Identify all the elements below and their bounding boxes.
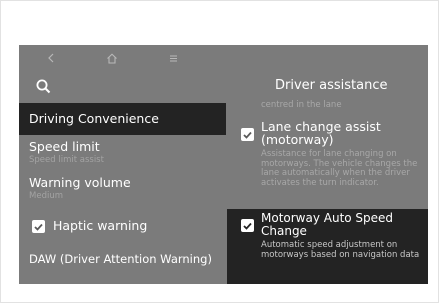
motorway-auto-speed-description: Automatic speed adjustment on motorways … [261, 240, 420, 260]
menu-icon [169, 55, 177, 61]
speed-limit-label: Speed limit [29, 139, 100, 154]
menu-item-daw[interactable]: DAW (Driver Attention Warning) [19, 252, 226, 272]
menu-item-driving-convenience[interactable]: Driving Convenience [19, 103, 226, 135]
photo-frame: Driving Convenience Speed limit Speed li… [0, 0, 439, 303]
warning-volume-sub: Medium [29, 191, 63, 201]
menu-item-warning-volume[interactable]: Warning volume Medium [19, 175, 226, 205]
search-icon [36, 79, 51, 94]
lane-change-description: Assistance for lane changing on motorway… [261, 149, 418, 188]
check-icon [34, 223, 43, 231]
home-button[interactable] [101, 49, 123, 67]
home-icon [107, 52, 117, 64]
haptic-warning-label: Haptic warning [53, 218, 148, 233]
search-button[interactable] [35, 78, 53, 96]
haptic-warning-checkbox[interactable] [32, 220, 45, 233]
lane-change-checkbox[interactable] [241, 128, 254, 141]
speed-limit-sub: Speed limit assist [29, 155, 104, 165]
chevron-left-icon [48, 53, 54, 63]
menu-item-haptic-warning[interactable]: Haptic warning [19, 216, 226, 236]
warning-volume-label: Warning volume [29, 175, 131, 190]
motorway-auto-speed-checkbox[interactable] [241, 219, 254, 232]
menu-item-speed-limit[interactable]: Speed limit Speed limit assist [19, 139, 226, 177]
infotainment-screen: Driving Convenience Speed limit Speed li… [19, 45, 428, 284]
top-navigation [19, 45, 428, 71]
menu-button[interactable] [162, 49, 184, 67]
lane-change-title[interactable]: Lane change assist (motorway) [261, 120, 428, 146]
check-icon [243, 222, 252, 230]
daw-label: DAW (Driver Attention Warning) [29, 252, 212, 266]
page-title: Driver assistance [275, 78, 388, 93]
scrolled-text: centred in the lane [261, 100, 342, 110]
back-button[interactable] [40, 49, 62, 67]
motorway-auto-speed-title: Motorway Auto Speed Change [261, 211, 394, 238]
check-icon [243, 131, 252, 139]
